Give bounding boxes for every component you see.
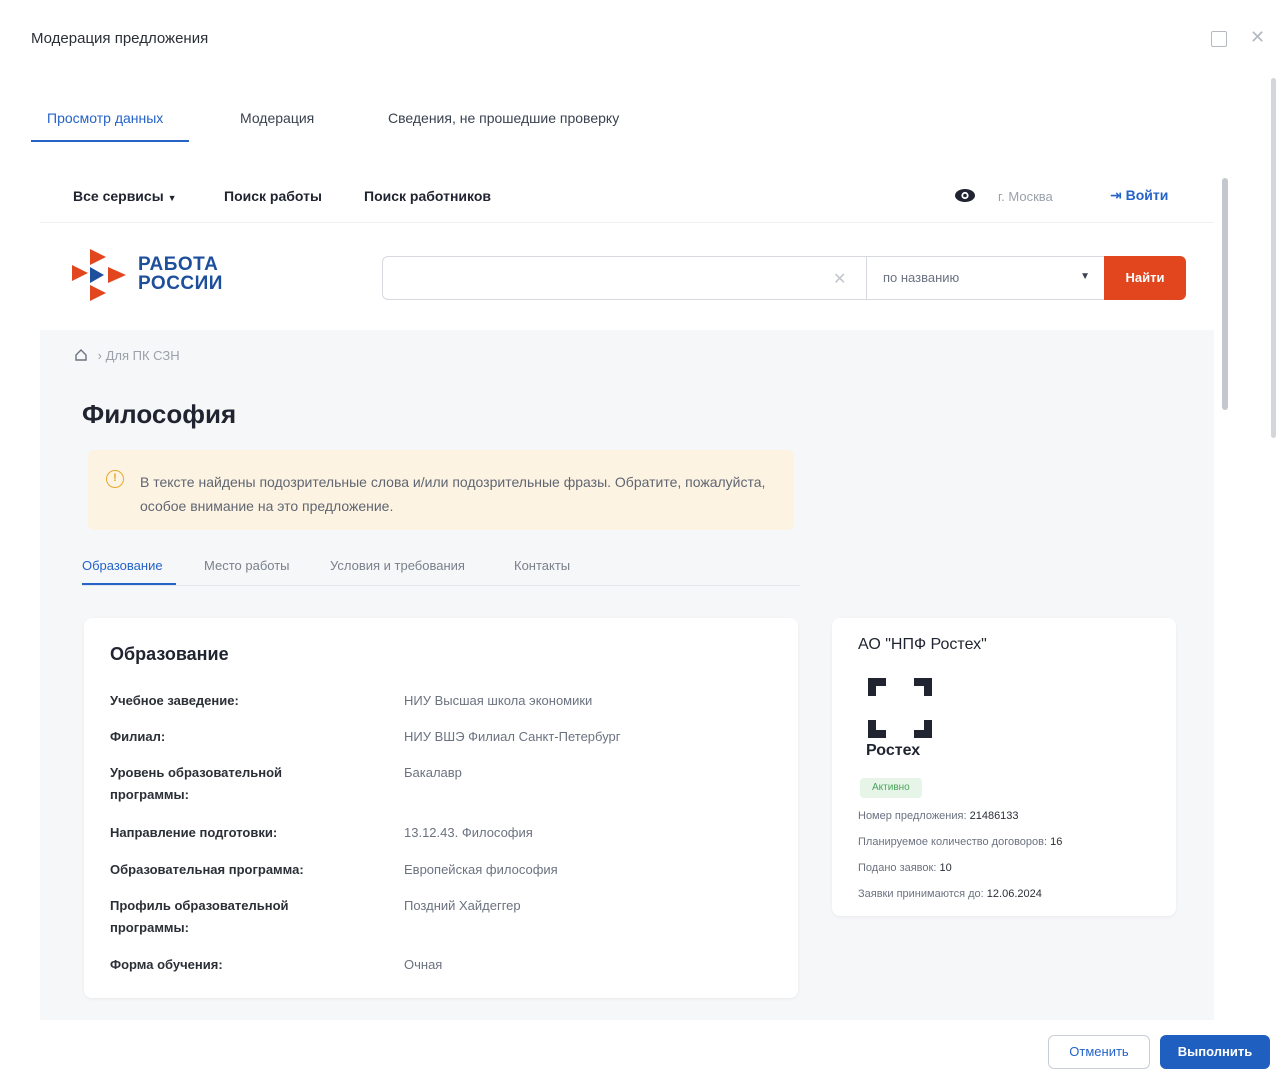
rabota-rossii-logo[interactable]: РАБОТА РОССИИ [70, 243, 240, 307]
modal-header: Модерация предложения ✕ [0, 0, 1280, 80]
applications-deadline: Заявки принимаются до: 12.06.2024 [858, 888, 1042, 900]
close-icon[interactable]: ✕ [1250, 28, 1265, 46]
login-link[interactable]: ⇥ Войти [1110, 187, 1168, 204]
warning-icon: ! [106, 470, 124, 488]
employer-name[interactable]: АО "НПФ Ростех" [858, 636, 987, 654]
chevron-right-icon: › [97, 348, 102, 363]
active-tab-indicator [31, 140, 189, 142]
education-label: Учебное заведение: [110, 693, 239, 708]
preview-scrollbar[interactable] [1222, 178, 1228, 410]
moderation-modal: Модерация предложения ✕ Просмотр данных … [0, 0, 1280, 1070]
status-badge: Активно [860, 778, 922, 798]
education-value: Бакалавр [404, 765, 462, 780]
education-card: Образование Учебное заведение: НИУ Высша… [84, 618, 798, 998]
chevron-down-icon: ▼ [167, 193, 177, 203]
worker-search-link[interactable]: Поиск работников [364, 188, 491, 204]
all-services-menu[interactable]: Все сервисы ▼ [73, 188, 177, 204]
education-label: Филиал: [110, 729, 166, 744]
modal-scrollbar[interactable] [1271, 78, 1276, 438]
warning-banner: ! В тексте найдены подозрительные слова … [88, 450, 794, 530]
search-mode-value: по названию [883, 270, 960, 285]
job-search-link[interactable]: Поиск работы [224, 188, 322, 204]
tab-education[interactable]: Образование [82, 558, 163, 573]
education-value: Поздний Хайдеггер [404, 898, 521, 913]
education-value: Очная [404, 957, 443, 972]
tab-failed-checks[interactable]: Сведения, не прошедшие проверку [388, 110, 619, 126]
employer-logo-text: Ростех [866, 742, 921, 759]
site-top-bar: Все сервисы ▼ Поиск работы Поиск работник… [40, 170, 1214, 222]
education-value: НИУ Высшая школа экономики [404, 693, 593, 708]
site-preview: Все сервисы ▼ Поиск работы Поиск работник… [40, 170, 1214, 1020]
clear-icon[interactable]: ✕ [833, 269, 846, 289]
education-title: Образование [110, 644, 229, 664]
logo-mark-icon [72, 249, 126, 301]
tab-moderation[interactable]: Модерация [240, 110, 314, 126]
education-label: Направление подготовки: [110, 825, 278, 840]
education-label: Профиль образовательной программы: [110, 898, 289, 935]
moderation-tabs: Просмотр данных Модерация Сведения, не п… [31, 100, 1231, 144]
education-value: НИУ ВШЭ Филиал Санкт-Петербург [404, 729, 621, 744]
planned-contracts: Планируемое количество договоров: 16 [858, 836, 1063, 848]
home-icon[interactable] [74, 348, 88, 362]
content-tabs: Образование Место работы Условия и требо… [82, 550, 800, 586]
execute-button[interactable]: Выполнить [1160, 1035, 1270, 1069]
page-title: Философия [82, 399, 237, 429]
tab-view-data[interactable]: Просмотр данных [47, 110, 163, 126]
rostec-logo-icon [868, 678, 932, 738]
maximize-icon[interactable] [1211, 31, 1227, 47]
tab-workplace[interactable]: Место работы [204, 558, 290, 573]
logo-text: РАБОТА РОССИИ [138, 254, 223, 294]
breadcrumb: › Для ПК СЗН [74, 348, 180, 363]
cancel-button[interactable]: Отменить [1048, 1035, 1150, 1069]
search-mode-select[interactable]: по названию ▼ [866, 256, 1105, 300]
offer-number: Номер предложения: 21486133 [858, 810, 1019, 822]
city-selector[interactable]: г. Москва [998, 189, 1053, 204]
active-tab-indicator [82, 583, 176, 585]
login-icon: ⇥ [1110, 187, 1122, 203]
modal-title: Модерация предложения [31, 30, 209, 47]
education-label: Уровень образовательной программы: [110, 765, 283, 802]
education-value: 13.12.43. Философия [404, 825, 533, 840]
education-label: Форма обучения: [110, 957, 223, 972]
applications-count: Подано заявок: 10 [858, 862, 952, 874]
tab-contacts[interactable]: Контакты [514, 558, 570, 573]
employer-card: АО "НПФ Ростех" Ростех Активно Номер пре… [832, 618, 1176, 916]
site-header: РАБОТА РОССИИ ✕ по названию ▼ Найти [40, 222, 1214, 330]
search-input[interactable]: ✕ [382, 256, 866, 300]
breadcrumb-current[interactable]: Для ПК СЗН [106, 348, 180, 363]
eye-icon[interactable] [954, 188, 976, 203]
find-button[interactable]: Найти [1104, 256, 1186, 300]
tab-conditions[interactable]: Условия и требования [330, 558, 465, 573]
chevron-down-icon: ▼ [1080, 271, 1090, 282]
warning-text: В тексте найдены подозрительные слова и/… [140, 474, 766, 514]
education-label: Образовательная программа: [110, 862, 304, 877]
education-value: Европейская философия [404, 862, 558, 877]
